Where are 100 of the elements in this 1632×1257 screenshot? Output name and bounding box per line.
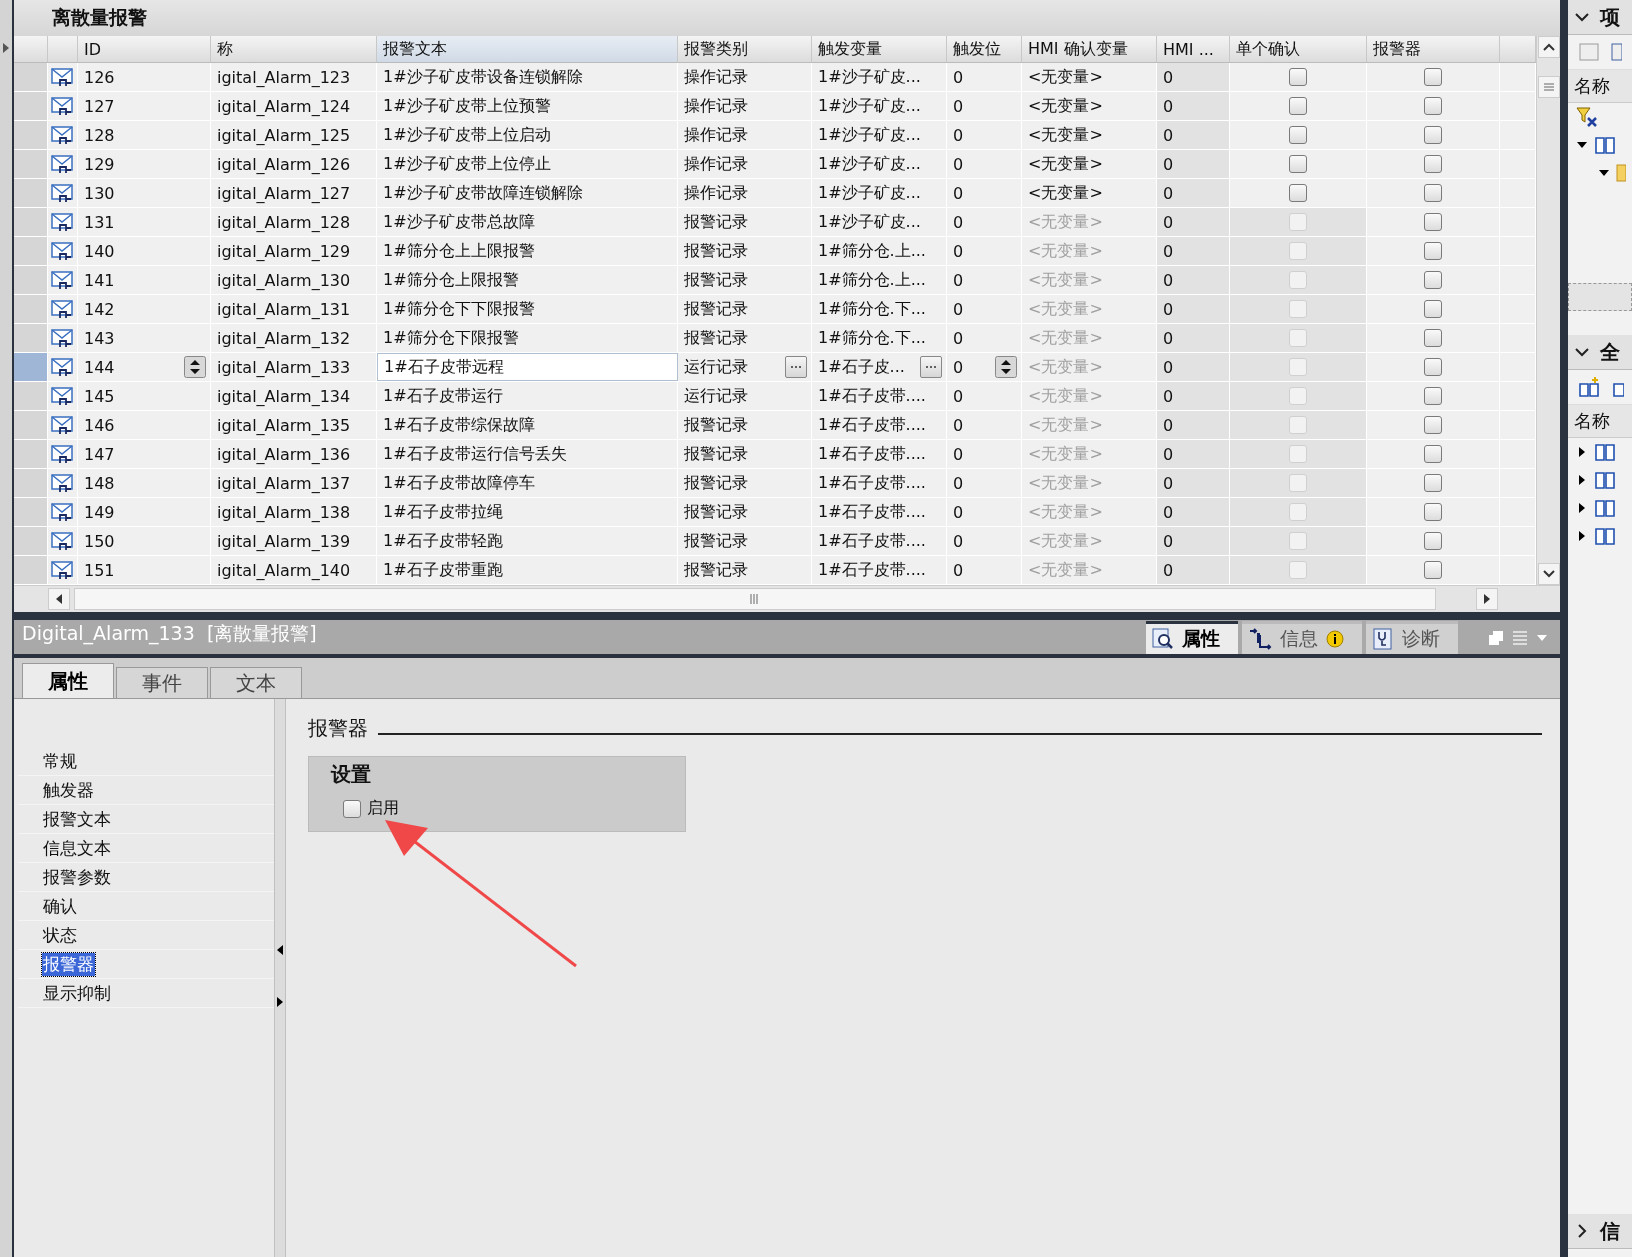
checkbox[interactable] xyxy=(1424,271,1442,289)
checkbox[interactable] xyxy=(1289,184,1307,202)
scroll-down-button[interactable] xyxy=(1537,563,1560,585)
ellipsis-icon xyxy=(790,365,802,369)
restore-icon[interactable] xyxy=(1488,630,1504,646)
nav-item[interactable]: 显示抑制 xyxy=(42,981,112,1005)
checkbox[interactable] xyxy=(1424,329,1442,347)
column-header[interactable]: HMI 确认变量 xyxy=(1028,38,1128,60)
table-cell: 0 xyxy=(1157,527,1230,555)
column-header[interactable]: 触发位 xyxy=(953,38,1001,60)
checkbox[interactable] xyxy=(1424,68,1442,86)
section-title: 报警器 xyxy=(308,715,368,742)
table-cell: 0 xyxy=(1157,63,1230,91)
column-header[interactable]: 触发变量 xyxy=(818,38,882,60)
checkbox[interactable] xyxy=(1424,126,1442,144)
table-cell: 0 xyxy=(1157,150,1230,178)
checkbox[interactable] xyxy=(1424,503,1442,521)
checkbox[interactable] xyxy=(1424,358,1442,376)
cell-value: <无变量> xyxy=(1028,501,1103,523)
nav-item[interactable]: 状态 xyxy=(42,923,78,947)
pane-title: 全 xyxy=(1600,338,1620,366)
add-book-icon[interactable] xyxy=(1578,376,1602,398)
book-icon xyxy=(1594,470,1616,490)
checkbox[interactable] xyxy=(1424,561,1442,579)
nav-item[interactable]: 信息文本 xyxy=(42,836,112,860)
cell-value: <无变量> xyxy=(1028,327,1103,349)
table-cell: 0 xyxy=(1157,382,1230,410)
tab[interactable]: 文本 xyxy=(210,667,302,698)
checkbox[interactable] xyxy=(1289,97,1307,115)
grip-icon xyxy=(750,594,760,604)
tab[interactable]: 属性 xyxy=(22,663,114,698)
checkbox[interactable] xyxy=(1424,416,1442,434)
cell-value: <无变量> xyxy=(1028,414,1103,436)
checkbox[interactable] xyxy=(1424,474,1442,492)
cell-value: 1#石子皮... xyxy=(818,356,905,378)
cell-value: <无变量> xyxy=(1028,211,1103,233)
info-icon xyxy=(1326,630,1344,648)
checkbox[interactable] xyxy=(1424,387,1442,405)
view-tab[interactable]: 信息 xyxy=(1242,621,1362,654)
cell-value: <无变量> xyxy=(1028,95,1103,117)
scroll-thumb[interactable] xyxy=(74,588,1436,610)
checkbox[interactable] xyxy=(1424,155,1442,173)
checkbox[interactable] xyxy=(1289,68,1307,86)
table-cell: 0 xyxy=(1157,498,1230,526)
column-header[interactable]: 报警类别 xyxy=(684,38,748,60)
column-header[interactable]: 报警文本 xyxy=(383,38,447,60)
column-header[interactable]: 单个确认 xyxy=(1236,38,1300,60)
nav-item[interactable]: 触发器 xyxy=(42,778,95,802)
scroll-right-button[interactable] xyxy=(1476,588,1498,610)
toolbar-icon[interactable] xyxy=(1610,41,1622,63)
selected-tree-row[interactable] xyxy=(1568,283,1632,311)
checkbox[interactable] xyxy=(1424,213,1442,231)
row-header[interactable] xyxy=(14,353,48,381)
stethoscope-icon xyxy=(1372,628,1394,650)
nav-item[interactable]: 报警器 xyxy=(42,952,95,976)
checkbox[interactable] xyxy=(1424,184,1442,202)
checkbox[interactable] xyxy=(1424,445,1442,463)
table-cell: 0 xyxy=(1157,469,1230,497)
table-cell: 0 xyxy=(1157,266,1230,294)
checkbox[interactable] xyxy=(343,799,361,818)
table-cell: 0 xyxy=(1157,121,1230,149)
checkbox-label: 启用 xyxy=(367,798,399,819)
table-cell: 0 xyxy=(1157,556,1230,584)
table-cell: 0 xyxy=(1157,411,1230,439)
checkbox[interactable] xyxy=(1424,532,1442,550)
spinner-icon[interactable] xyxy=(995,356,1017,378)
cell-value: 144 xyxy=(84,357,115,377)
column-header[interactable]: HMI ... xyxy=(1163,39,1214,59)
browse-button[interactable] xyxy=(785,356,807,378)
nav-item[interactable]: 确认 xyxy=(42,894,78,918)
nav-item[interactable]: 报警文本 xyxy=(42,807,112,831)
folder-icon xyxy=(1616,164,1626,182)
grip-icon xyxy=(1542,83,1555,91)
cell-value: <无变量> xyxy=(1028,472,1103,494)
spinner-icon[interactable] xyxy=(184,356,206,378)
cell-value: <无变量> xyxy=(1028,530,1103,552)
column-header[interactable]: 名称 xyxy=(1574,409,1610,433)
book-icon xyxy=(1594,526,1616,546)
checkbox[interactable] xyxy=(1289,126,1307,144)
tab[interactable]: 事件 xyxy=(116,667,208,698)
nav-item[interactable]: 报警参数 xyxy=(42,865,112,889)
scroll-left-button[interactable] xyxy=(48,588,70,610)
checkbox[interactable] xyxy=(1424,242,1442,260)
scroll-up-button[interactable] xyxy=(1537,36,1560,58)
ellipsis-icon xyxy=(925,365,937,369)
view-tab[interactable]: 诊断 xyxy=(1366,621,1458,654)
column-header[interactable]: 称 xyxy=(217,38,233,60)
column-header[interactable]: 名称 xyxy=(1574,74,1610,98)
browse-button[interactable] xyxy=(920,356,942,378)
table-cell: 0 xyxy=(1157,353,1230,381)
checkbox[interactable] xyxy=(1424,97,1442,115)
view-tab[interactable]: 属性 xyxy=(1146,621,1238,654)
pane-title: 项 xyxy=(1600,3,1620,31)
scroll-thumb[interactable] xyxy=(1537,76,1560,98)
column-header[interactable]: ID xyxy=(84,39,102,59)
checkbox[interactable] xyxy=(1289,155,1307,173)
checkbox[interactable] xyxy=(1424,300,1442,318)
text-input[interactable]: 1#石子皮带远程 xyxy=(377,353,678,381)
nav-item[interactable]: 常规 xyxy=(42,749,78,773)
column-header[interactable]: 报警器 xyxy=(1373,38,1421,60)
